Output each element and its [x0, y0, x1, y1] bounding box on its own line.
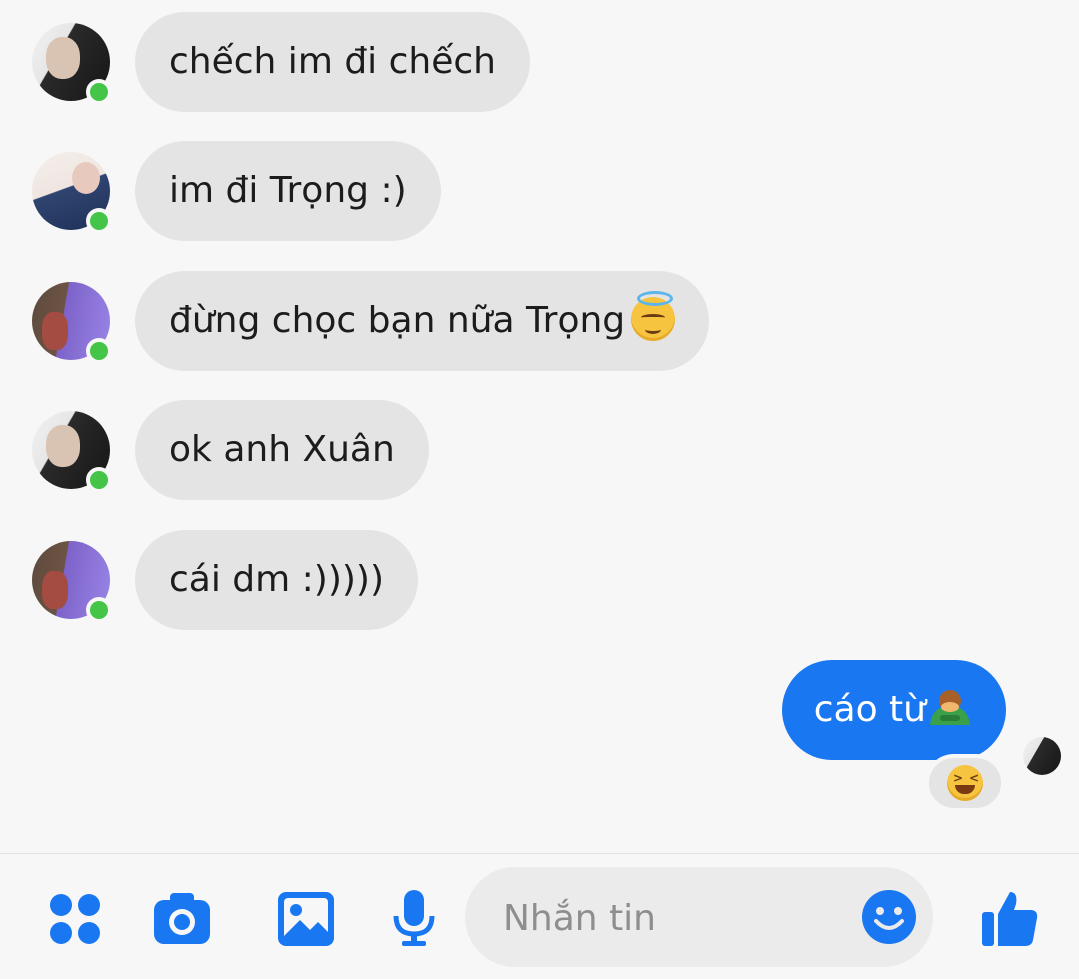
incoming-message-bubble[interactable]: chếch im đi chếch [135, 12, 530, 112]
message-reaction[interactable]: > < [925, 754, 1005, 812]
smiling-face-with-halo-icon [631, 291, 676, 341]
chat-screen: chếch im đi chếch im đi Trọng :) đừng ch… [0, 0, 1079, 979]
emoji-icon[interactable] [861, 889, 917, 945]
incoming-message-bubble[interactable]: im đi Trọng :) [135, 141, 441, 241]
message-row: đừng chọc bạn nữa Trọng [0, 271, 1079, 373]
incoming-message-bubble[interactable]: đừng chọc bạn nữa Trọng [135, 271, 710, 371]
message-input-container [465, 867, 933, 969]
incoming-message-bubble[interactable]: ok anh Xuân [135, 400, 429, 500]
online-status-dot [86, 79, 112, 105]
message-text: đừng chọc bạn nữa Trọng [169, 300, 626, 341]
message-text: cáo từ [813, 689, 926, 730]
message-input[interactable] [501, 867, 845, 969]
sender-avatar[interactable] [32, 541, 112, 623]
message-text: im đi Trọng :) [169, 170, 407, 211]
image-icon[interactable] [276, 888, 336, 948]
microphone-icon[interactable] [384, 888, 444, 948]
incoming-message-bubble[interactable]: cái dm :))))) [135, 530, 419, 630]
apps-grid-icon[interactable] [45, 888, 105, 948]
message-row: im đi Trọng :) [0, 141, 1079, 243]
online-status-dot [86, 467, 112, 493]
grinning-squinting-face-icon: > < [947, 765, 983, 801]
message-row: ok anh Xuân [0, 400, 1079, 502]
thumbs-up-icon[interactable] [980, 888, 1040, 948]
seen-receipt-avatar [1023, 737, 1061, 775]
sender-avatar[interactable] [32, 411, 112, 493]
message-text: chếch im đi chếch [169, 41, 496, 82]
online-status-dot [86, 338, 112, 364]
outgoing-message-row: cáo từ > < [0, 660, 1079, 820]
sender-avatar[interactable] [32, 23, 112, 105]
message-text: cái dm :))))) [169, 559, 385, 600]
online-status-dot [86, 597, 112, 623]
person-bowing-icon [930, 690, 970, 725]
message-text: ok anh Xuân [169, 429, 395, 470]
sender-avatar[interactable] [32, 152, 112, 234]
online-status-dot [86, 208, 112, 234]
camera-icon[interactable] [152, 888, 212, 948]
outgoing-message-bubble[interactable]: cáo từ [781, 660, 1006, 760]
message-row: cái dm :))))) [0, 530, 1079, 632]
message-row: chếch im đi chếch [0, 12, 1079, 114]
message-composer [0, 853, 1079, 979]
sender-avatar[interactable] [32, 282, 112, 364]
